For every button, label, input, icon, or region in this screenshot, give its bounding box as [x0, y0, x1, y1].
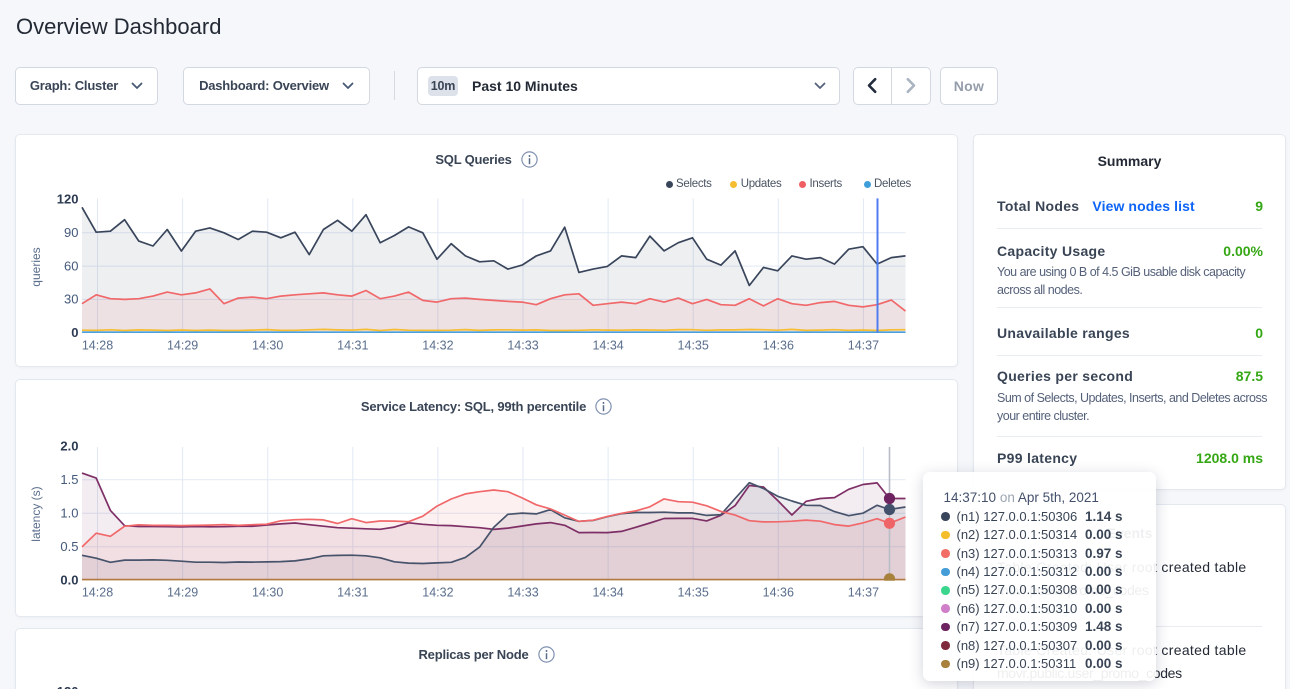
- svg-text:14:35: 14:35: [678, 339, 709, 353]
- svg-text:14:28: 14:28: [82, 586, 113, 600]
- svg-text:14:29: 14:29: [167, 586, 198, 600]
- svg-text:14:31: 14:31: [337, 339, 368, 353]
- svg-text:14:33: 14:33: [507, 339, 538, 353]
- svg-text:14:29: 14:29: [167, 339, 198, 353]
- svg-text:120: 120: [57, 684, 79, 689]
- svg-text:90: 90: [64, 225, 78, 240]
- svg-text:latency (s): latency (s): [29, 486, 43, 541]
- svg-text:14:33: 14:33: [507, 586, 538, 600]
- svg-text:0.5: 0.5: [60, 539, 78, 554]
- svg-text:queries: queries: [29, 247, 43, 286]
- svg-text:60: 60: [64, 258, 78, 273]
- svg-text:14:36: 14:36: [763, 586, 794, 600]
- svg-text:14:37: 14:37: [848, 339, 879, 353]
- svg-text:14:34: 14:34: [592, 339, 623, 353]
- svg-text:14:28: 14:28: [82, 339, 113, 353]
- svg-text:14:35: 14:35: [678, 586, 709, 600]
- svg-text:0.0: 0.0: [60, 573, 78, 588]
- svg-text:1.5: 1.5: [60, 472, 78, 487]
- svg-text:14:32: 14:32: [422, 339, 453, 353]
- svg-text:2.0: 2.0: [60, 439, 78, 454]
- svg-text:0: 0: [71, 325, 78, 340]
- svg-text:14:30: 14:30: [252, 586, 283, 600]
- svg-text:14:30: 14:30: [252, 339, 283, 353]
- svg-text:14:32: 14:32: [422, 586, 453, 600]
- svg-text:14:31: 14:31: [337, 586, 368, 600]
- svg-text:1.0: 1.0: [60, 506, 78, 521]
- svg-text:14:34: 14:34: [592, 586, 623, 600]
- svg-text:14:36: 14:36: [763, 339, 794, 353]
- svg-text:120: 120: [57, 192, 79, 207]
- svg-text:30: 30: [64, 292, 78, 307]
- svg-text:14:37: 14:37: [848, 586, 879, 600]
